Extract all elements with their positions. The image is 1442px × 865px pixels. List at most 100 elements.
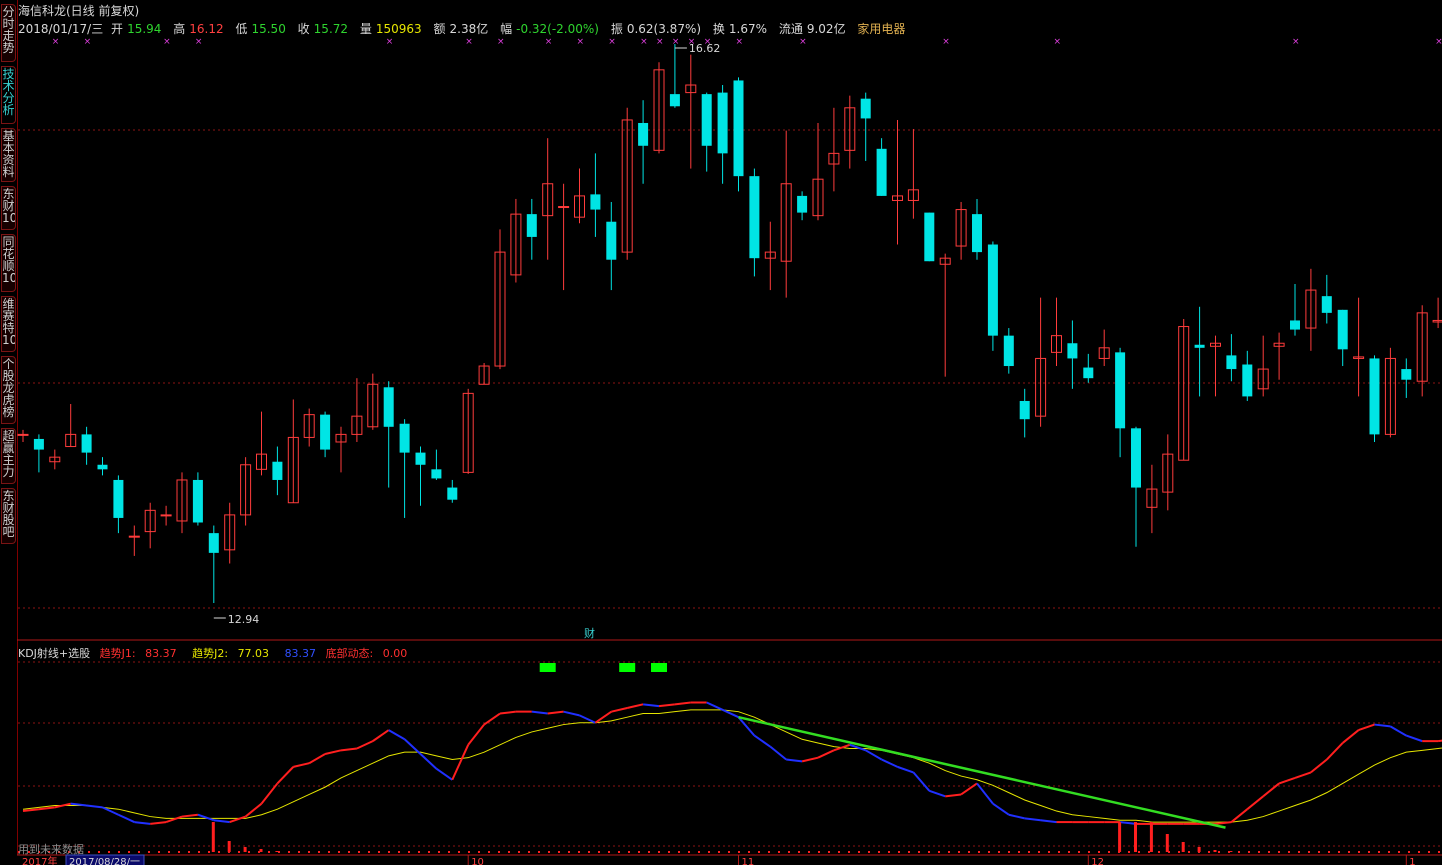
candle	[955, 201, 967, 260]
candle-body	[797, 195, 808, 213]
j1-segment	[213, 819, 230, 824]
j1-segment	[865, 749, 883, 761]
j3-value: 83.37	[284, 647, 317, 660]
j1-segment	[992, 802, 1010, 816]
candle	[144, 502, 156, 549]
j1-segment	[1294, 771, 1312, 779]
candle	[526, 198, 537, 260]
candle	[653, 62, 665, 154]
candle	[907, 129, 919, 219]
candle-body	[320, 414, 331, 450]
j1-segment	[786, 758, 803, 763]
candle	[621, 107, 633, 260]
candle-body	[431, 469, 442, 479]
j1-segment	[165, 815, 183, 824]
bottom-bar	[243, 847, 247, 852]
candle	[1337, 309, 1348, 367]
candle	[1305, 268, 1317, 351]
event-mark: ×	[672, 37, 680, 47]
j1-segment	[1405, 734, 1423, 743]
j1-segment	[1024, 817, 1041, 822]
candle	[558, 183, 570, 291]
j1-segment	[1374, 723, 1391, 728]
candle-body	[701, 94, 712, 146]
buy-signal	[539, 663, 556, 672]
candle	[192, 472, 203, 526]
candle	[1083, 353, 1094, 383]
j1-segment	[308, 753, 326, 765]
candle	[494, 229, 506, 370]
candle	[81, 426, 92, 465]
candle-body	[1242, 364, 1253, 397]
event-mark: ×	[195, 37, 203, 47]
kdj-indicator-panel: 2017年 2017/08/28/一 10 11 12 1	[17, 663, 1442, 865]
candle	[415, 446, 426, 506]
chart-grid: × × × × × × × × × × × × × × × × × × × × ×	[17, 37, 1442, 847]
candle-body	[160, 514, 172, 517]
j1-segment	[1262, 782, 1280, 798]
event-mark: ×	[1292, 37, 1300, 47]
j1-segment	[1326, 742, 1344, 761]
axis-date: 2017/08/28/一	[69, 857, 140, 865]
candle	[812, 122, 824, 221]
candle	[113, 475, 124, 534]
j1-segment	[706, 701, 724, 711]
candle-body	[97, 464, 108, 470]
candle	[972, 198, 982, 260]
candle-body	[272, 461, 283, 480]
j1-segment	[897, 765, 914, 774]
j1-segment	[1246, 795, 1264, 810]
indicator-name[interactable]: KDJ射线+选股	[18, 647, 90, 660]
candle	[208, 525, 219, 603]
j1-segment	[960, 782, 978, 796]
candle	[303, 408, 315, 447]
candle-body	[749, 176, 760, 259]
bottom-bar	[1134, 822, 1137, 852]
candle-body	[733, 80, 744, 177]
bottom-bar	[1165, 834, 1169, 852]
j1-segment	[1342, 729, 1360, 744]
buy-signal	[619, 663, 636, 672]
j1-segment	[293, 762, 310, 768]
j1-segment	[244, 802, 263, 818]
j1-segment	[1310, 758, 1328, 774]
event-mark: ×	[1054, 37, 1062, 47]
bottom-bar	[275, 851, 279, 852]
event-mark: ×	[163, 37, 171, 47]
j1-segment	[547, 710, 564, 715]
candle-body	[987, 244, 998, 336]
buy-signal	[651, 663, 667, 672]
candle-body	[1290, 320, 1300, 330]
candle	[606, 201, 617, 291]
j1-segment	[134, 821, 151, 825]
j1-label: 趋势J1:	[99, 647, 136, 660]
j1-segment	[276, 766, 295, 785]
candle-body	[717, 92, 728, 154]
j1-segment	[356, 740, 374, 750]
event-mark: ×	[1435, 37, 1442, 47]
kline-chart[interactable]: × × × × × × × × × × × × × × × × × × × × × 16.6212.94财 2017年 2…	[0, 0, 1442, 865]
j1-segment	[801, 756, 819, 763]
event-mark: ×	[942, 37, 950, 47]
j1-segment	[419, 753, 438, 770]
candle	[1162, 434, 1174, 511]
bottom-label: 底部动态:	[325, 647, 374, 660]
trend-ray	[738, 715, 1226, 829]
candle	[320, 411, 331, 458]
j1-segment	[753, 734, 771, 748]
candle-body	[638, 122, 649, 146]
candle	[797, 191, 808, 221]
candle	[669, 44, 680, 108]
finance-marker: 财	[584, 626, 595, 640]
candle	[1146, 464, 1158, 534]
candle	[1290, 284, 1300, 336]
candle	[272, 446, 283, 496]
j1-segment	[928, 789, 946, 798]
bottom-bar	[1181, 842, 1185, 852]
candle	[1273, 332, 1285, 380]
candle	[701, 92, 712, 172]
candle-body	[1131, 428, 1141, 488]
candle	[447, 479, 458, 503]
candle	[542, 138, 554, 260]
j1-segment	[611, 707, 628, 713]
